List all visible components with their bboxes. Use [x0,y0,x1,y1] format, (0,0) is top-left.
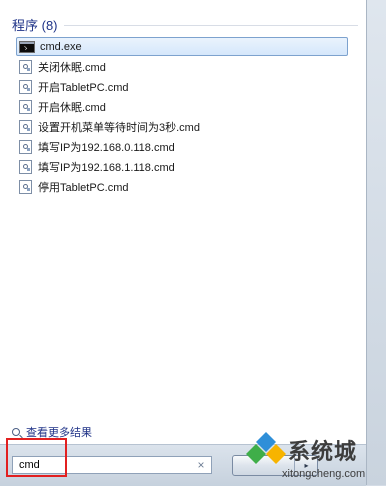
header-divider [63,24,358,26]
see-more-results-label: 查看更多结果 [26,427,92,439]
start-search-input[interactable] [19,458,189,472]
script-file-icon [19,179,32,194]
start-menu-search-results: 程序 (8) cmd.exe 关闭休眠.cmd 开启TabletPC.cmd 开… [0,0,367,486]
program-result-label: cmd.exe [40,40,82,53]
program-result-item[interactable]: 填写IP为192.168.1.118.cmd [16,157,348,176]
desktop-edge [367,0,386,485]
program-result-item[interactable]: 填写IP为192.168.0.118.cmd [16,137,348,156]
script-file-icon [19,139,32,154]
programs-section-header: 程序 (8) [12,14,358,34]
program-result-label: 停用TabletPC.cmd [38,181,129,194]
program-result-item[interactable]: 开启TabletPC.cmd [16,77,348,96]
programs-header-title: 程序 (8) [12,17,58,33]
program-result-item[interactable]: 停用TabletPC.cmd [16,177,348,196]
script-file-icon [19,79,32,94]
see-more-results-link[interactable]: 查看更多结果 [12,425,92,439]
script-file-icon [19,99,32,114]
start-search-box: × [12,456,212,474]
program-result-item[interactable]: 关闭休眠.cmd [16,57,348,76]
program-result-label: 填写IP为192.168.1.118.cmd [38,161,175,174]
cmd-icon [19,40,35,53]
program-result-label: 开启TabletPC.cmd [38,81,129,94]
program-result-item[interactable]: 开启休眠.cmd [16,97,348,116]
close-icon[interactable]: × [195,458,207,472]
script-file-icon [19,119,32,134]
program-result-label: 设置开机菜单等待时间为3秒.cmd [38,121,200,134]
program-result-item[interactable]: 设置开机菜单等待时间为3秒.cmd [16,117,348,136]
program-result-item[interactable]: cmd.exe [16,37,348,56]
program-result-label: 关闭休眠.cmd [38,61,106,74]
shutdown-options-arrow[interactable]: ▸ [294,455,318,476]
search-icon [12,428,20,436]
script-file-icon [19,59,32,74]
program-result-label: 填写IP为192.168.0.118.cmd [38,141,175,154]
script-file-icon [19,159,32,174]
program-results-list: cmd.exe 关闭休眠.cmd 开启TabletPC.cmd 开启休眠.cmd… [16,37,348,197]
program-result-label: 开启休眠.cmd [38,101,106,114]
